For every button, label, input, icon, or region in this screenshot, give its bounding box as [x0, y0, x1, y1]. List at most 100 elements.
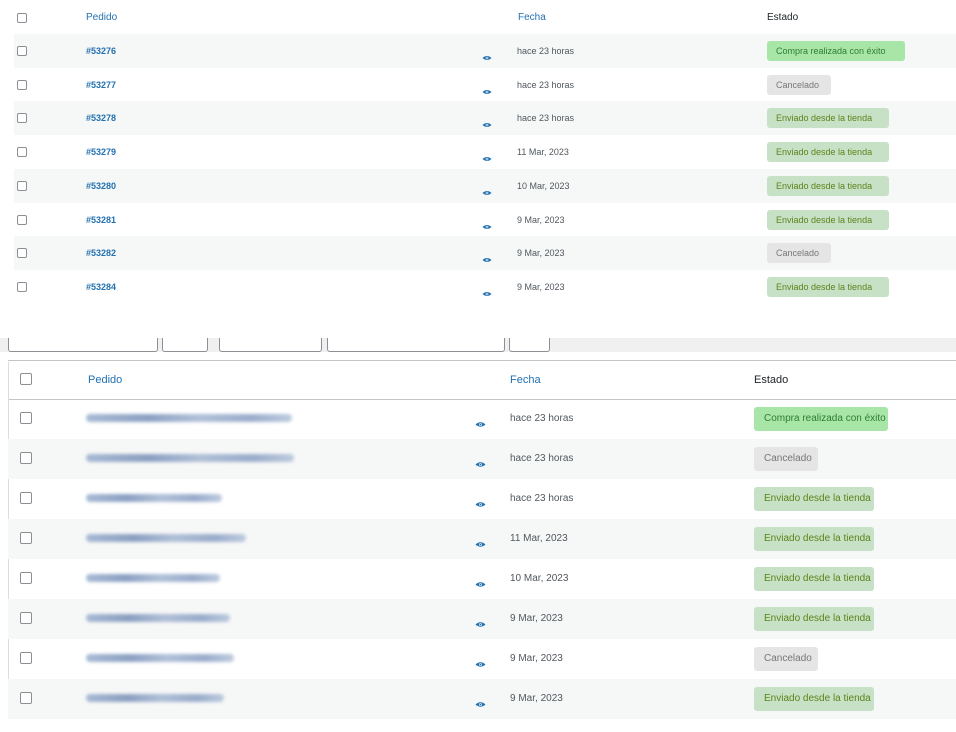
row-checkbox[interactable]: [20, 612, 32, 624]
row-checkbox[interactable]: [17, 214, 27, 225]
order-date: hace 23 horas: [517, 113, 575, 124]
blurred-order-name[interactable]: [86, 694, 224, 702]
status-badge: Enviado desde la tienda: [754, 607, 874, 631]
preview-eye-icon[interactable]: [482, 115, 492, 128]
status-badge: Enviado desde la tienda: [767, 276, 889, 297]
row-checkbox[interactable]: [17, 113, 27, 124]
column-estado: Estado: [767, 12, 799, 23]
bulk-actions-select[interactable]: [8, 338, 158, 352]
preview-eye-icon[interactable]: [482, 183, 492, 195]
preview-eye-icon[interactable]: [482, 217, 492, 229]
order-date: 9 Mar, 2023: [517, 214, 565, 225]
order-date: hace 23 horas: [517, 46, 575, 56]
customer-filter-select[interactable]: [327, 338, 505, 352]
preview-eye-icon[interactable]: [482, 48, 492, 60]
preview-eye-icon[interactable]: [475, 455, 486, 467]
orders-table-bottom: Pedido Fecha Estado hace 23 horas Compra …: [0, 338, 956, 732]
status-badge: Cancelado: [767, 243, 831, 264]
order-link[interactable]: #53276: [86, 46, 116, 56]
apply-button[interactable]: [162, 338, 208, 352]
blurred-order-name[interactable]: [86, 654, 234, 662]
row-checkbox[interactable]: [20, 452, 32, 464]
preview-eye-icon[interactable]: [475, 535, 486, 547]
row-checkbox[interactable]: [17, 46, 27, 56]
table-row: #53279 11 Mar, 2023 Enviado desde la tiend…: [14, 135, 956, 169]
table-row: #53280 10 Mar, 2023 Enviado desde la tiend…: [14, 168, 956, 203]
preview-eye-icon[interactable]: [475, 695, 486, 707]
status-badge: Enviado desde la tienda: [754, 567, 874, 591]
date-filter-select[interactable]: [219, 338, 322, 352]
status-badge: Enviado desde la tienda: [767, 209, 889, 230]
row-checkbox[interactable]: [20, 492, 32, 504]
status-badge: Compra realizada con éxito: [754, 407, 888, 431]
orders-table-top: Pedido Fecha Estado #53276 hace 23 horas C…: [0, 0, 956, 305]
blurred-order-name[interactable]: [86, 534, 246, 542]
table-row: #53284 9 Mar, 2023 Enviado desde la tienda: [14, 270, 956, 304]
preview-eye-icon[interactable]: [482, 284, 492, 296]
order-date: hace 23 horas: [510, 493, 574, 504]
row-checkbox[interactable]: [17, 180, 27, 191]
preview-eye-icon[interactable]: [475, 495, 486, 507]
order-link[interactable]: #53280: [86, 181, 116, 191]
preview-eye-icon[interactable]: [482, 82, 492, 94]
table-row: #53277 hace 23 horas Cancelado: [14, 68, 956, 102]
table-row: hace 23 horas Cancelado: [8, 439, 956, 479]
order-date: 9 Mar, 2023: [510, 613, 563, 624]
preview-eye-icon[interactable]: [475, 575, 486, 587]
column-fecha[interactable]: Fecha: [518, 12, 546, 23]
blurred-order-name[interactable]: [86, 574, 220, 582]
table-row: #53276 hace 23 horas Compra realizada con …: [14, 34, 956, 68]
order-link[interactable]: #53281: [86, 215, 116, 225]
row-checkbox[interactable]: [20, 412, 32, 424]
select-all-checkbox[interactable]: [17, 13, 27, 23]
row-checkbox[interactable]: [17, 147, 27, 158]
status-badge: Cancelado: [767, 74, 831, 95]
table-row: 9 Mar, 2023 Cancelado: [8, 639, 956, 679]
preview-eye-icon[interactable]: [475, 655, 486, 667]
order-link[interactable]: #53277: [86, 80, 116, 90]
column-fecha[interactable]: Fecha: [510, 374, 541, 386]
table-row: hace 23 horas Compra realizada con éxito: [8, 399, 956, 439]
row-checkbox[interactable]: [17, 248, 27, 259]
column-pedido[interactable]: Pedido: [88, 374, 122, 386]
preview-eye-icon[interactable]: [482, 149, 492, 162]
order-link[interactable]: #53282: [86, 248, 116, 258]
table-row: #53278 hace 23 horas Enviado desde la tien…: [14, 101, 956, 136]
row-checkbox[interactable]: [20, 692, 32, 704]
order-date: 9 Mar, 2023: [517, 281, 565, 292]
order-date: 10 Mar, 2023: [517, 180, 570, 191]
filter-toolbar: [0, 338, 956, 352]
status-badge: Enviado desde la tienda: [767, 108, 889, 129]
status-badge: Cancelado: [754, 647, 818, 671]
column-pedido[interactable]: Pedido: [86, 12, 117, 23]
order-link[interactable]: #53279: [86, 147, 116, 157]
row-checkbox[interactable]: [20, 532, 32, 544]
status-badge: Enviado desde la tienda: [767, 175, 889, 196]
blurred-order-name[interactable]: [86, 494, 222, 502]
filter-button[interactable]: [509, 338, 550, 352]
preview-eye-icon[interactable]: [475, 415, 486, 427]
row-checkbox[interactable]: [20, 652, 32, 664]
row-checkbox[interactable]: [17, 79, 27, 90]
preview-eye-icon[interactable]: [475, 615, 486, 627]
status-badge: Enviado desde la tienda: [754, 687, 874, 711]
table-row: #53282 9 Mar, 2023 Cancelado: [14, 236, 956, 271]
order-link[interactable]: #53284: [86, 282, 116, 292]
table-header: Pedido Fecha Estado: [8, 360, 956, 400]
table-row: 9 Mar, 2023 Enviado desde la tienda: [8, 599, 956, 639]
order-date: 11 Mar, 2023: [510, 533, 568, 544]
select-all-checkbox[interactable]: [20, 373, 32, 385]
row-checkbox[interactable]: [20, 572, 32, 584]
table-row: #53281 9 Mar, 2023 Enviado desde la tienda: [14, 203, 956, 237]
order-date: 9 Mar, 2023: [517, 248, 565, 259]
row-checkbox[interactable]: [17, 281, 27, 292]
blurred-order-name[interactable]: [86, 614, 230, 622]
status-badge: Enviado desde la tienda: [767, 142, 889, 163]
blurred-order-name[interactable]: [86, 414, 292, 422]
order-date: 9 Mar, 2023: [510, 653, 563, 664]
order-link[interactable]: #53278: [86, 113, 116, 123]
preview-eye-icon[interactable]: [482, 250, 492, 263]
order-date: hace 23 horas: [517, 79, 575, 90]
blurred-order-name[interactable]: [86, 454, 294, 462]
table-row: 11 Mar, 2023 Enviado desde la tienda: [8, 519, 956, 559]
